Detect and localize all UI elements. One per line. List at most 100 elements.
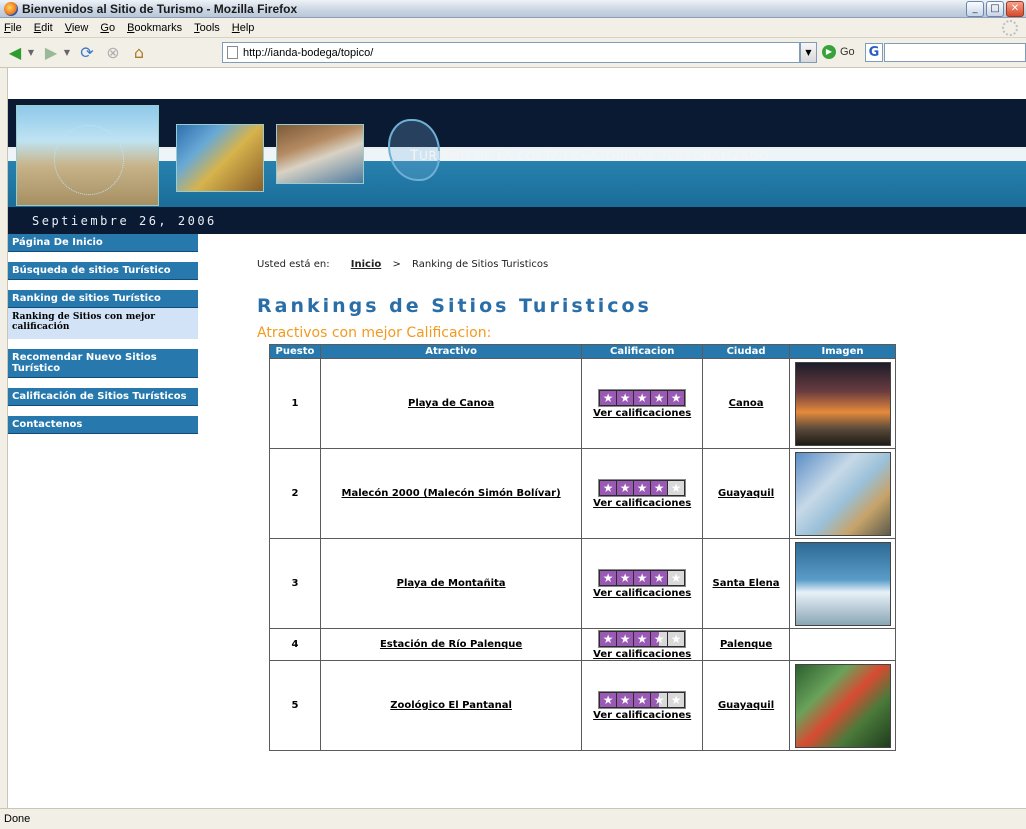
cell-imagen bbox=[789, 660, 896, 751]
star-icon: ★ bbox=[668, 480, 685, 495]
address-bar[interactable]: http://ianda-bodega/topico/ bbox=[222, 42, 800, 63]
parrot-thumbnail[interactable] bbox=[794, 663, 891, 748]
star-icon: ★ bbox=[634, 692, 651, 707]
nav-recommend-site[interactable]: Recomendar Nuevo Sitios Turístico bbox=[8, 349, 198, 378]
menu-bookmarks[interactable]: Bookmarks bbox=[127, 22, 182, 34]
maximize-button[interactable]: □ bbox=[986, 1, 1004, 17]
menu-edit[interactable]: Edit bbox=[34, 22, 53, 34]
table-row: 5 Zoológico El Pantanal ★ ★ ★ ★ ★ Ver calificac… bbox=[269, 660, 896, 751]
star-icon: ★ bbox=[668, 390, 685, 405]
menu-tools[interactable]: Tools bbox=[194, 22, 220, 34]
star-icon: ★ bbox=[651, 692, 668, 707]
header-atractivo: Atractivo bbox=[319, 344, 583, 359]
stop-icon[interactable]: ⊗ bbox=[102, 42, 124, 64]
table-header-row: Puesto Atractivo Calificacion Ciudad Ima… bbox=[269, 344, 896, 359]
page-title: Rankings de Sitios Turisticos bbox=[257, 295, 652, 317]
status-bar: Done bbox=[0, 808, 1026, 829]
nav-ranking-sites[interactable]: Ranking de sitios Turístico bbox=[8, 290, 198, 308]
address-dropdown-button[interactable]: ▼ bbox=[800, 42, 817, 63]
cell-puesto: 1 bbox=[269, 358, 321, 449]
reload-icon[interactable]: ⟳ bbox=[76, 42, 98, 64]
nav-home[interactable]: Página De Inicio bbox=[8, 234, 198, 252]
sunset-beach-thumbnail[interactable] bbox=[794, 361, 891, 446]
star-icon: ★ bbox=[600, 390, 617, 405]
site-banner: Turismo de la Costa Ecuatoriana Personal… bbox=[8, 99, 1026, 234]
star-icon: ★ bbox=[634, 570, 651, 585]
nav-ranking-best-rated[interactable]: Ranking de Sitios con mejor calificación bbox=[8, 308, 198, 339]
ver-calificaciones-link[interactable]: Ver calificaciones bbox=[582, 649, 702, 660]
star-icon: ★ bbox=[634, 480, 651, 495]
nav-contact[interactable]: Contactenos bbox=[8, 416, 198, 434]
back-dropdown-icon[interactable]: ▼ bbox=[26, 42, 36, 64]
ver-calificaciones-link[interactable]: Ver calificaciones bbox=[582, 408, 702, 419]
page-viewport: Turismo de la Costa Ecuatoriana Personal… bbox=[8, 99, 1026, 808]
menu-file[interactable]: File bbox=[4, 22, 22, 34]
menu-view[interactable]: View bbox=[65, 22, 89, 34]
close-button[interactable]: ✕ bbox=[1006, 1, 1024, 17]
star-icon: ★ bbox=[651, 390, 668, 405]
coastline-photo bbox=[176, 124, 264, 192]
header-imagen: Imagen bbox=[789, 344, 896, 359]
search-input[interactable] bbox=[884, 43, 1026, 62]
cell-atractivo-link[interactable]: Zoológico El Pantanal bbox=[319, 660, 583, 751]
cell-puesto: 4 bbox=[269, 628, 321, 661]
go-label: Go bbox=[840, 46, 855, 58]
breadcrumb-prefix: Usted está en: bbox=[257, 259, 330, 270]
firefox-icon bbox=[4, 1, 18, 16]
star-icon: ★ bbox=[617, 390, 634, 405]
forward-dropdown-icon[interactable]: ▼ bbox=[62, 42, 72, 64]
ver-calificaciones-link[interactable]: Ver calificaciones bbox=[582, 498, 702, 509]
forward-arrow-icon[interactable]: ▶ bbox=[40, 42, 62, 64]
nav-search-sites[interactable]: Búsqueda de sitios Turístico bbox=[8, 262, 198, 280]
left-navigation: Página De Inicio Búsqueda de sitios Turí… bbox=[8, 234, 198, 434]
google-search-icon[interactable]: G bbox=[865, 43, 883, 62]
breadcrumb-separator: > bbox=[392, 259, 401, 270]
cell-atractivo-link[interactable]: Estación de Río Palenque bbox=[319, 628, 583, 661]
header-ciudad: Ciudad bbox=[702, 344, 790, 359]
cell-atractivo-link[interactable]: Playa de Montañita bbox=[319, 538, 583, 629]
home-icon[interactable]: ⌂ bbox=[128, 42, 150, 64]
browser-sidebar-edge bbox=[0, 68, 8, 808]
address-text: http://ianda-bodega/topico/ bbox=[243, 46, 374, 59]
ver-calificaciones-link[interactable]: Ver calificaciones bbox=[582, 710, 702, 721]
window-controls: _ □ ✕ bbox=[966, 1, 1024, 17]
cell-puesto: 5 bbox=[269, 660, 321, 751]
cell-ciudad-link[interactable]: Santa Elena bbox=[702, 538, 790, 629]
page-subtitle: Atractivos con mejor Calificacion: bbox=[257, 325, 492, 341]
breadcrumb: Usted está en: Inicio > Ranking de Sitio… bbox=[257, 259, 548, 270]
cell-ciudad-link[interactable]: Guayaquil bbox=[702, 660, 790, 751]
nav-rate-sites[interactable]: Calificación de Sitios Turísticos bbox=[8, 388, 198, 406]
breadcrumb-home-link[interactable]: Inicio bbox=[351, 259, 382, 270]
star-rating: ★ ★ ★ ★ ★ bbox=[598, 690, 687, 709]
navigation-toolbar: ◀ ▼ ▶ ▼ ⟳ ⊗ ⌂ http://ianda-bodega/topico… bbox=[0, 38, 1026, 68]
header-calificacion: Calificacion bbox=[581, 344, 704, 359]
city-riverfront-thumbnail[interactable] bbox=[794, 451, 891, 536]
star-icon: ★ bbox=[634, 631, 651, 646]
table-row: 3 Playa de Montañita ★ ★ ★ ★ ★ Ver calificacion… bbox=[269, 538, 896, 629]
date-text: Septiembre 26, 2006 bbox=[32, 214, 217, 228]
menu-go[interactable]: Go bbox=[100, 22, 115, 34]
cell-calificacion: ★ ★ ★ ★ ★ Ver calificaciones bbox=[581, 358, 704, 449]
star-icon: ★ bbox=[600, 570, 617, 585]
cell-ciudad-link[interactable]: Palenque bbox=[702, 628, 790, 661]
cell-calificacion: ★ ★ ★ ★ ★ Ver calificaciones bbox=[581, 628, 704, 661]
back-arrow-icon[interactable]: ◀ bbox=[4, 42, 26, 64]
go-button[interactable]: ▶ Go bbox=[822, 45, 855, 59]
go-arrow-icon: ▶ bbox=[822, 45, 836, 59]
star-icon: ★ bbox=[634, 390, 651, 405]
star-icon: ★ bbox=[668, 692, 685, 707]
window-title: Bienvenidos al Sitio de Turismo - Mozill… bbox=[22, 1, 298, 16]
menu-help[interactable]: Help bbox=[232, 22, 255, 34]
decor-circle bbox=[54, 125, 124, 195]
star-icon: ★ bbox=[617, 692, 634, 707]
cell-ciudad-link[interactable]: Canoa bbox=[702, 358, 790, 449]
table-row: 4 Estación de Río Palenque ★ ★ ★ ★ ★ Ver califi… bbox=[269, 628, 896, 661]
cell-atractivo-link[interactable]: Playa de Canoa bbox=[319, 358, 583, 449]
star-icon: ★ bbox=[617, 570, 634, 585]
minimize-button[interactable]: _ bbox=[966, 1, 984, 17]
star-icon: ★ bbox=[600, 692, 617, 707]
cell-atractivo-link[interactable]: Malecón 2000 (Malecón Simón Bolívar) bbox=[319, 448, 583, 539]
surfer-beach-thumbnail[interactable] bbox=[794, 541, 891, 626]
ver-calificaciones-link[interactable]: Ver calificaciones bbox=[582, 588, 702, 599]
cell-ciudad-link[interactable]: Guayaquil bbox=[702, 448, 790, 539]
